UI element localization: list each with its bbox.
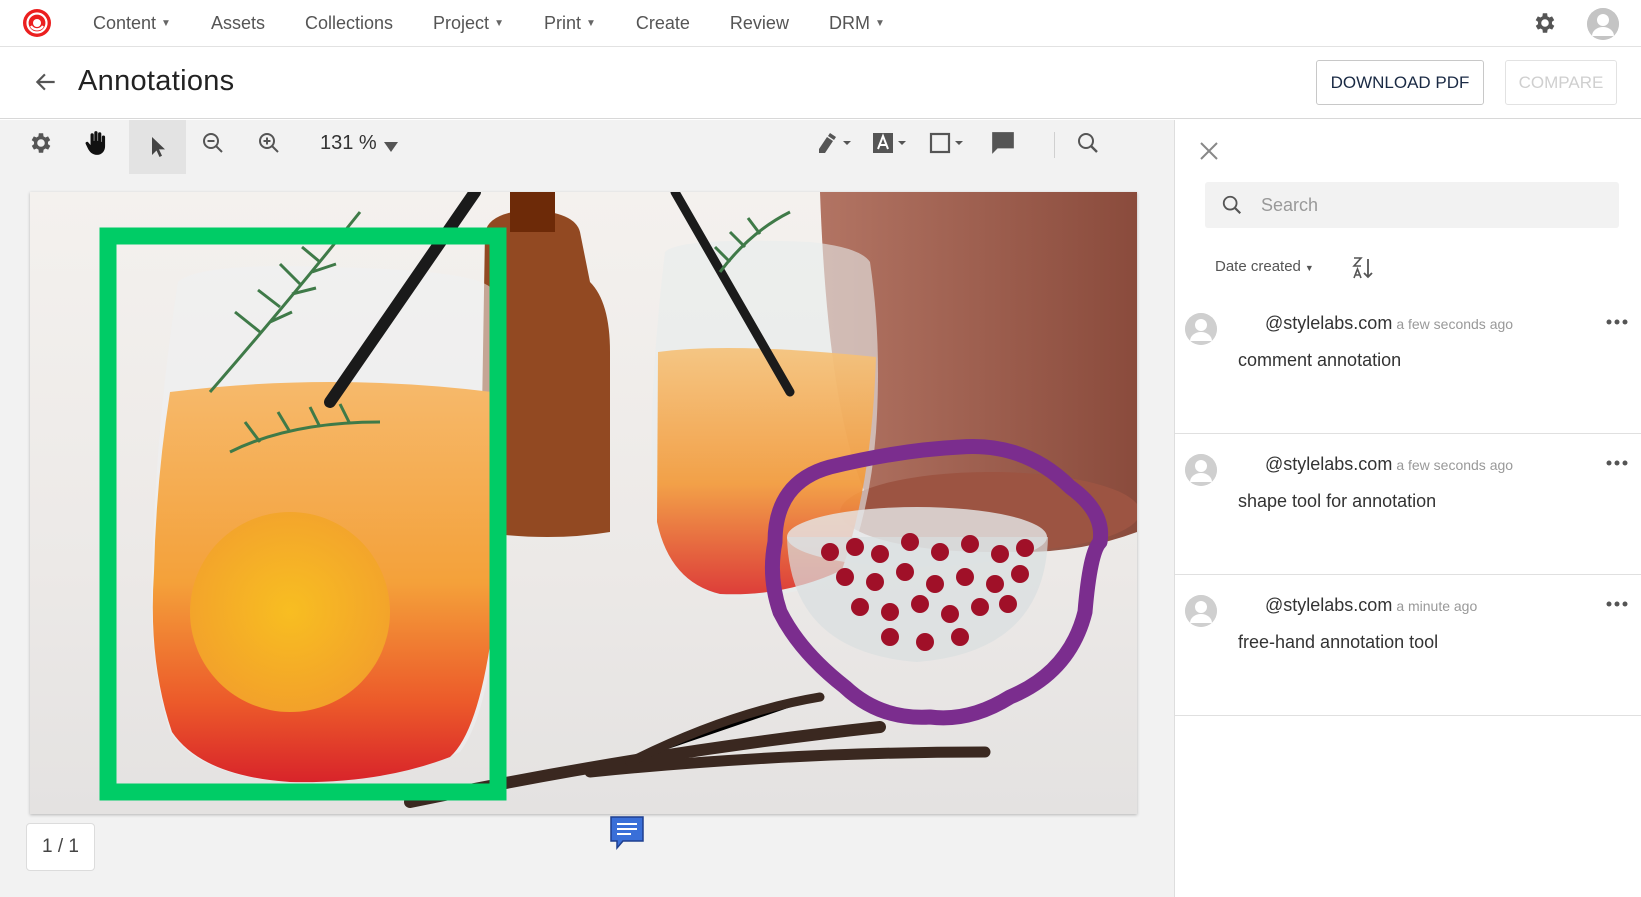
comment-author: @stylelabs.com a few seconds ago [1265, 313, 1513, 334]
comment-user: @stylelabs.com [1265, 595, 1393, 615]
user-avatar-icon[interactable] [1587, 8, 1619, 40]
highlighter-icon[interactable] [814, 128, 854, 158]
page-title: Annotations [78, 65, 235, 97]
search-input[interactable] [1261, 190, 1601, 220]
nav-create-label: Create [635, 13, 690, 33]
gear-icon[interactable] [26, 128, 56, 158]
zoom-dropdown-caret-icon[interactable] [384, 139, 398, 157]
nav-assets-label: Assets [210, 13, 265, 33]
zoom-in-icon[interactable] [254, 128, 284, 158]
hand-pan-icon[interactable] [82, 128, 112, 158]
comment-user: @stylelabs.com [1265, 454, 1393, 474]
avatar-icon [1185, 454, 1217, 486]
top-navigation: Content ▼ Assets Collections Project ▼ Pri… [0, 0, 1641, 47]
page-counter: 1 / 1 [26, 823, 95, 871]
document-page[interactable] [30, 192, 1137, 814]
nav-content[interactable]: Content ▼ [73, 0, 191, 47]
comment-text: comment annotation [1238, 350, 1402, 370]
avatar-icon [1185, 313, 1217, 345]
sort-dropdown[interactable]: Date created ▼ [1215, 258, 1314, 275]
nav-review-label: Review [729, 13, 789, 33]
comment-text: free-hand annotation tool [1238, 632, 1439, 652]
nav-project-label: Project [433, 13, 490, 33]
more-options-icon[interactable] [1605, 597, 1629, 609]
page-header: Annotations DOWNLOAD PDF COMPARE [0, 47, 1641, 119]
nav-project[interactable]: Project ▼ [413, 0, 524, 47]
nav-create[interactable]: Create [616, 0, 710, 47]
nav-drm[interactable]: DRM ▼ [809, 0, 905, 47]
caret-down-icon: ▼ [494, 18, 504, 29]
nav-collections-label: Collections [304, 13, 394, 33]
text-annotation-icon[interactable] [870, 128, 910, 158]
nav-collections[interactable]: Collections [285, 0, 413, 47]
document-viewer: 131 % 1 / 1 [0, 120, 1174, 897]
nav-content-label: Content [93, 13, 157, 33]
comment-text: shape tool for annotation [1238, 491, 1437, 511]
search-icon[interactable] [1073, 128, 1103, 158]
gear-icon[interactable] [1532, 10, 1558, 36]
compare-button[interactable]: COMPARE [1505, 60, 1617, 105]
comment-time: a few seconds ago [1396, 457, 1514, 473]
toolbar-divider [1054, 132, 1055, 158]
zoom-out-icon[interactable] [198, 128, 228, 158]
comments-panel: Date created▼ @stylelabs.coma few second… [1174, 120, 1641, 897]
caret-down-icon: ▼ [161, 18, 171, 29]
nav-drm-label: DRM [828, 13, 870, 33]
download-pdf-button[interactable]: DOWNLOAD PDF [1316, 60, 1484, 105]
zoom-level[interactable]: 131 % [320, 132, 377, 155]
pointer-select-icon[interactable] [129, 120, 186, 174]
close-icon[interactable] [1197, 139, 1221, 163]
caret-down-icon: ▼ [1304, 263, 1314, 273]
comment-time: a minute ago [1396, 598, 1478, 614]
comment-user: @stylelabs.com [1265, 313, 1393, 333]
more-options-icon[interactable] [1605, 456, 1629, 468]
comment-marker-icon[interactable] [609, 815, 645, 851]
sitecore-logo-icon[interactable] [22, 8, 52, 38]
more-options-icon[interactable] [1605, 315, 1629, 327]
caret-down-icon: ▼ [874, 18, 885, 29]
comment-icon[interactable] [988, 128, 1018, 158]
caret-down-icon: ▼ [585, 18, 596, 29]
nav-print-label: Print [543, 13, 581, 33]
sort-label: Date created [1215, 258, 1301, 275]
search-icon [1221, 194, 1243, 221]
arrow-left-icon[interactable] [33, 69, 59, 95]
nav-review[interactable]: Review [710, 0, 809, 47]
nav-print[interactable]: Print ▼ [524, 0, 616, 47]
comment-author: @stylelabs.com a few seconds ago [1265, 454, 1513, 475]
nav-assets[interactable]: Assets [191, 0, 285, 47]
sort-z-a-icon[interactable] [1352, 256, 1374, 280]
comment-item[interactable]: @stylelabs.com a few seconds ago comment … [1175, 293, 1641, 434]
comment-item[interactable]: @stylelabs.com a few seconds ago shape to… [1175, 434, 1641, 575]
rectangle-shape-icon[interactable] [927, 128, 967, 158]
comment-time: a few seconds ago [1396, 316, 1514, 332]
comment-search[interactable] [1205, 182, 1619, 228]
comment-author: @stylelabs.com a minute ago [1265, 595, 1477, 616]
avatar-icon [1185, 595, 1217, 627]
comment-item[interactable]: @stylelabs.com a minute ago free-hand ann… [1175, 575, 1641, 716]
